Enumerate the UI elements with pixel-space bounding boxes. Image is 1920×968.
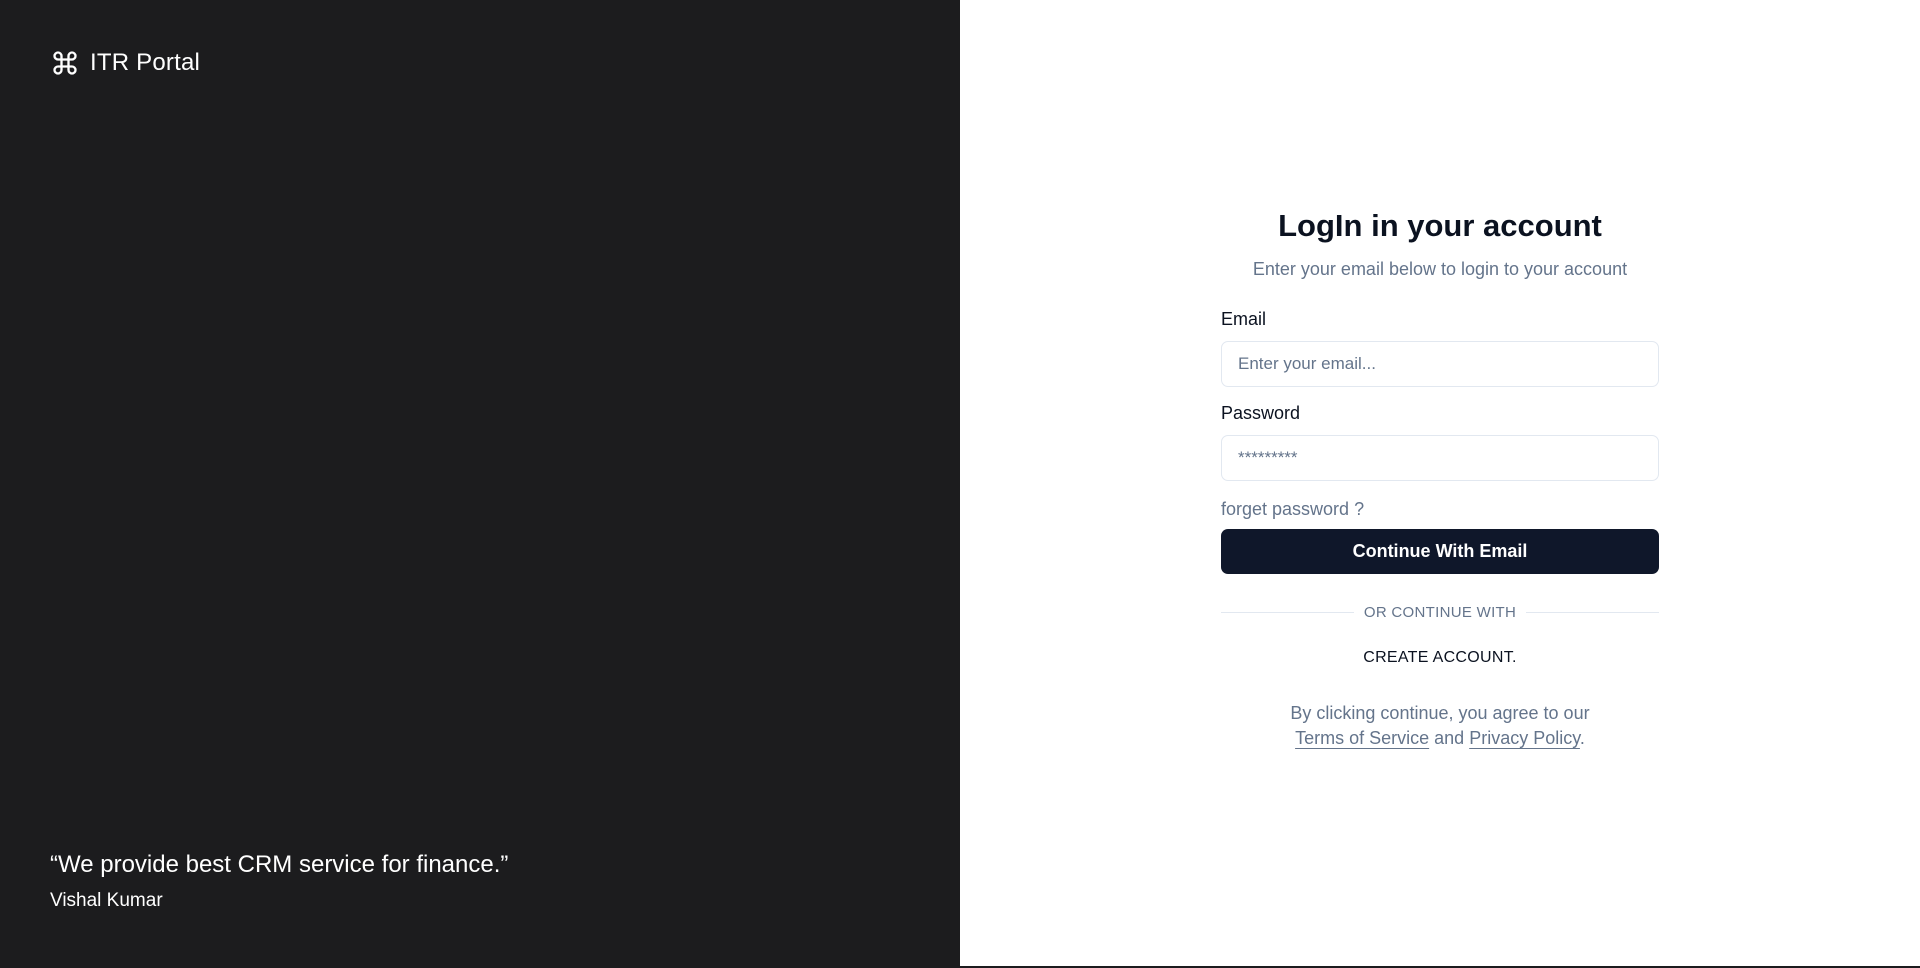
terms-of-service-link[interactable]: Terms of Service — [1295, 728, 1429, 748]
forgot-password-link[interactable]: forget password ? — [1221, 497, 1364, 521]
testimonial: “We provide best CRM service for finance… — [50, 848, 508, 912]
email-label: Email — [1221, 309, 1267, 329]
divider-line-left — [1221, 612, 1354, 613]
legal-suffix: . — [1579, 728, 1585, 748]
email-field[interactable] — [1221, 341, 1659, 387]
brand-name: ITR Portal — [90, 49, 201, 76]
password-label: Password — [1221, 403, 1301, 423]
login-panel: LogIn in your account Enter your email b… — [960, 0, 1920, 966]
create-account-link[interactable]: CREATE ACCOUNT. — [1221, 649, 1659, 667]
password-field[interactable] — [1221, 435, 1659, 481]
divider-line-right — [1526, 612, 1660, 613]
legal-notice: By clicking continue, you agree to our T… — [1221, 701, 1659, 751]
brand-panel: ITR Portal “We provide best CRM service … — [0, 0, 960, 968]
page-subtitle: Enter your email below to login to your … — [1252, 259, 1628, 279]
command-icon — [50, 48, 80, 78]
login-form: LogIn in your account Enter your email b… — [1221, 205, 1660, 751]
divider-label: OR CONTINUE WITH — [1363, 604, 1517, 621]
testimonial-quote: “We provide best CRM service for finance… — [50, 851, 509, 878]
testimonial-author: Vishal Kumar — [50, 890, 163, 911]
legal-and: and — [1434, 728, 1465, 748]
page-title: LogIn in your account — [1278, 208, 1602, 243]
legal-prefix: By clicking continue, you agree to our — [1290, 703, 1590, 723]
brand: ITR Portal — [50, 48, 200, 78]
divider: OR CONTINUE WITH — [1221, 604, 1660, 621]
privacy-policy-link[interactable]: Privacy Policy — [1469, 728, 1580, 748]
continue-with-email-button[interactable]: Continue With Email — [1221, 529, 1659, 574]
